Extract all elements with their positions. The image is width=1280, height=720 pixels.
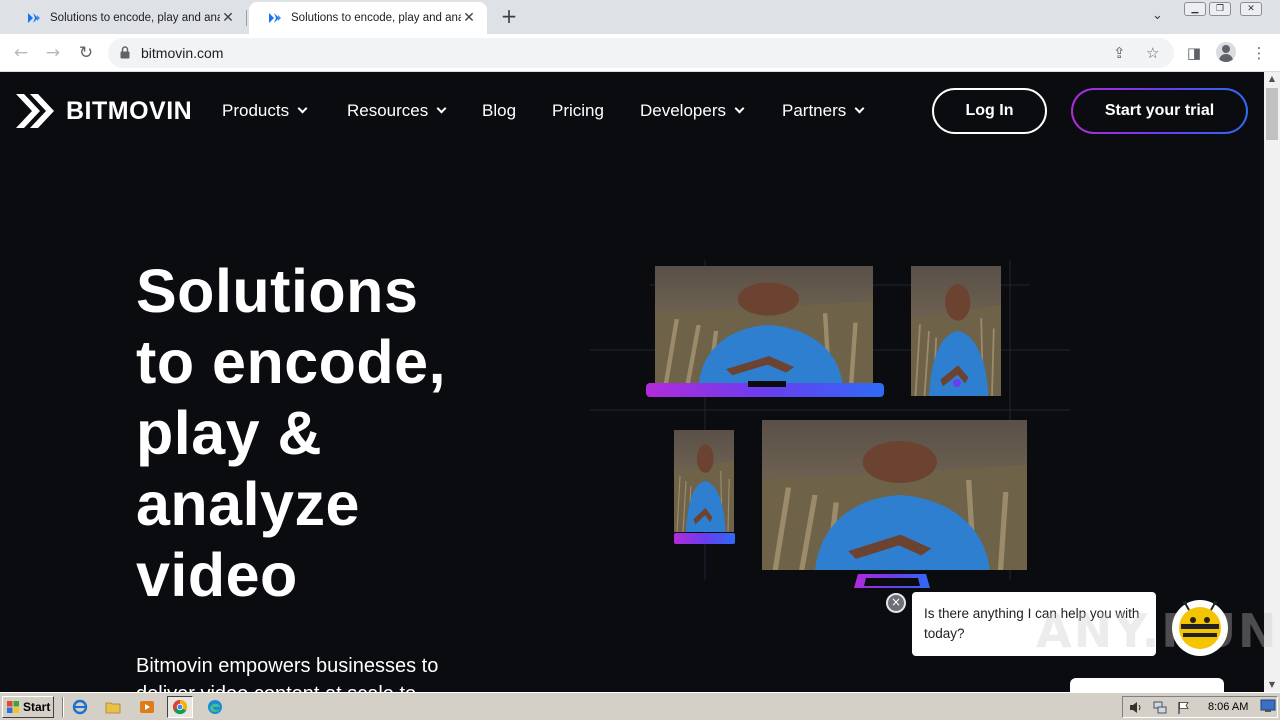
side-panel-icon[interactable]: ◨ <box>1183 42 1205 64</box>
scroll-down-arrow-icon[interactable]: ▼ <box>1264 678 1280 692</box>
chrome-menu-icon[interactable]: ⋮ <box>1248 42 1270 64</box>
close-tab-icon[interactable]: ✕ <box>461 10 477 26</box>
login-button[interactable]: Log In <box>932 88 1047 134</box>
tab-title: Solutions to encode, play and analyze vi… <box>291 12 461 24</box>
browser-toolbar: ← → ↻ bitmovin.com ⇪ ☆ ◨ ⋮ <box>0 34 1280 72</box>
start-trial-button[interactable]: Start your trial <box>1071 88 1248 134</box>
show-desktop-icon[interactable] <box>1260 699 1276 713</box>
reload-icon[interactable]: ↻ <box>75 42 97 64</box>
chevron-down-icon <box>436 103 447 114</box>
close-window-icon[interactable]: ✕ <box>1240 2 1262 16</box>
url-text: bitmovin.com <box>141 45 224 61</box>
nav-partners[interactable]: Partners <box>782 101 865 121</box>
start-button[interactable]: Start <box>2 696 54 718</box>
bitmovin-favicon-icon <box>269 13 281 23</box>
tab-divider <box>246 10 247 26</box>
internet-explorer-icon[interactable] <box>72 699 88 715</box>
browser-tab-active[interactable]: Solutions to encode, play and analyze vi… <box>249 2 487 34</box>
bitmovin-favicon-icon <box>28 13 40 23</box>
share-icon[interactable]: ⇪ <box>1113 44 1126 62</box>
bitmovin-logo[interactable]: BITMOVIN <box>14 92 192 130</box>
nav-label: Products <box>222 101 290 120</box>
nav-developers[interactable]: Developers <box>640 101 745 121</box>
hero-title-line: video <box>136 541 298 609</box>
hero-title: Solutions to encode, play & analyze vide… <box>136 256 516 611</box>
nav-label: Developers <box>640 101 726 120</box>
chevron-down-icon <box>734 103 745 114</box>
nav-products[interactable]: Products <box>222 101 308 121</box>
chevron-down-icon <box>854 103 865 114</box>
network-icon[interactable] <box>1153 701 1167 714</box>
taskbar-divider <box>62 697 64 717</box>
system-tray <box>1122 696 1278 718</box>
video-collage-illustration <box>590 260 1070 588</box>
nav-resources[interactable]: Resources <box>347 101 447 121</box>
scroll-up-arrow-icon[interactable]: ▲ <box>1264 72 1280 86</box>
tab-title: Solutions to encode, play and analyze vi… <box>50 12 220 24</box>
minimize-window-icon[interactable]: ▁ <box>1184 2 1206 16</box>
chat-close-button[interactable]: × <box>886 593 906 613</box>
hero-title-line: to encode, <box>136 328 447 396</box>
close-tab-icon[interactable]: ✕ <box>220 10 236 26</box>
windows-flag-icon <box>7 701 19 713</box>
volume-icon[interactable] <box>1129 701 1143 714</box>
start-label: Start <box>23 700 51 714</box>
nav-label: Partners <box>782 101 847 120</box>
hero-title-line: play & <box>136 399 323 467</box>
back-arrow-icon[interactable]: ← <box>10 42 32 64</box>
nav-label: Blog <box>482 101 517 120</box>
lock-icon <box>120 46 130 59</box>
scrollbar-thumb[interactable] <box>1266 88 1278 140</box>
bookmark-star-icon[interactable]: ☆ <box>1146 44 1159 62</box>
chatbot-avatar[interactable] <box>1172 600 1228 656</box>
browser-tab[interactable]: Solutions to encode, play and analyze vi… <box>8 2 246 34</box>
hero-description-continued: deliver video content at scale to <box>136 680 476 692</box>
action-center-flag-icon[interactable] <box>1177 701 1191 714</box>
taskbar-clock: 8:06 AM <box>1208 701 1249 713</box>
hero-title-line: analyze <box>136 470 360 538</box>
hero-title-line: Solutions <box>136 257 419 325</box>
tab-search-chevron-icon[interactable]: ⌄ <box>1152 8 1163 23</box>
chrome-taskbar-button[interactable] <box>167 696 193 718</box>
page-scrollbar[interactable]: ▲ ▼ <box>1264 72 1280 692</box>
bee-bot-icon <box>1179 601 1221 649</box>
nav-blog[interactable]: Blog <box>482 101 516 121</box>
nav-label: Pricing <box>552 101 604 120</box>
browser-tab-strip: Solutions to encode, play and analyze vi… <box>0 0 1280 34</box>
chevron-down-icon <box>297 103 308 114</box>
start-trial-label: Start your trial <box>1073 90 1246 132</box>
media-player-icon[interactable] <box>139 699 155 715</box>
hero-description: Bitmovin empowers businesses to <box>136 655 439 677</box>
new-tab-button[interactable]: + <box>498 6 520 28</box>
folder-icon[interactable] <box>105 699 121 715</box>
edge-icon[interactable] <box>207 699 223 715</box>
windows-taskbar: Start 8:06 AM <box>0 692 1280 720</box>
bitmovin-logo-icon <box>15 94 54 128</box>
profile-avatar-icon[interactable] <box>1216 42 1236 62</box>
anyrun-watermark: ANY.RUN <box>1036 604 1279 658</box>
nav-label: Resources <box>347 101 429 120</box>
nav-pricing[interactable]: Pricing <box>552 101 604 121</box>
forward-arrow-icon[interactable]: → <box>42 42 64 64</box>
address-bar[interactable]: bitmovin.com ⇪ ☆ <box>108 38 1174 68</box>
chrome-icon <box>172 699 188 715</box>
restore-window-icon[interactable]: ❐ <box>1209 2 1231 16</box>
logo-text: BITMOVIN <box>66 96 193 125</box>
site-header: BITMOVIN Products Resources Blog Pricing… <box>0 72 1264 150</box>
